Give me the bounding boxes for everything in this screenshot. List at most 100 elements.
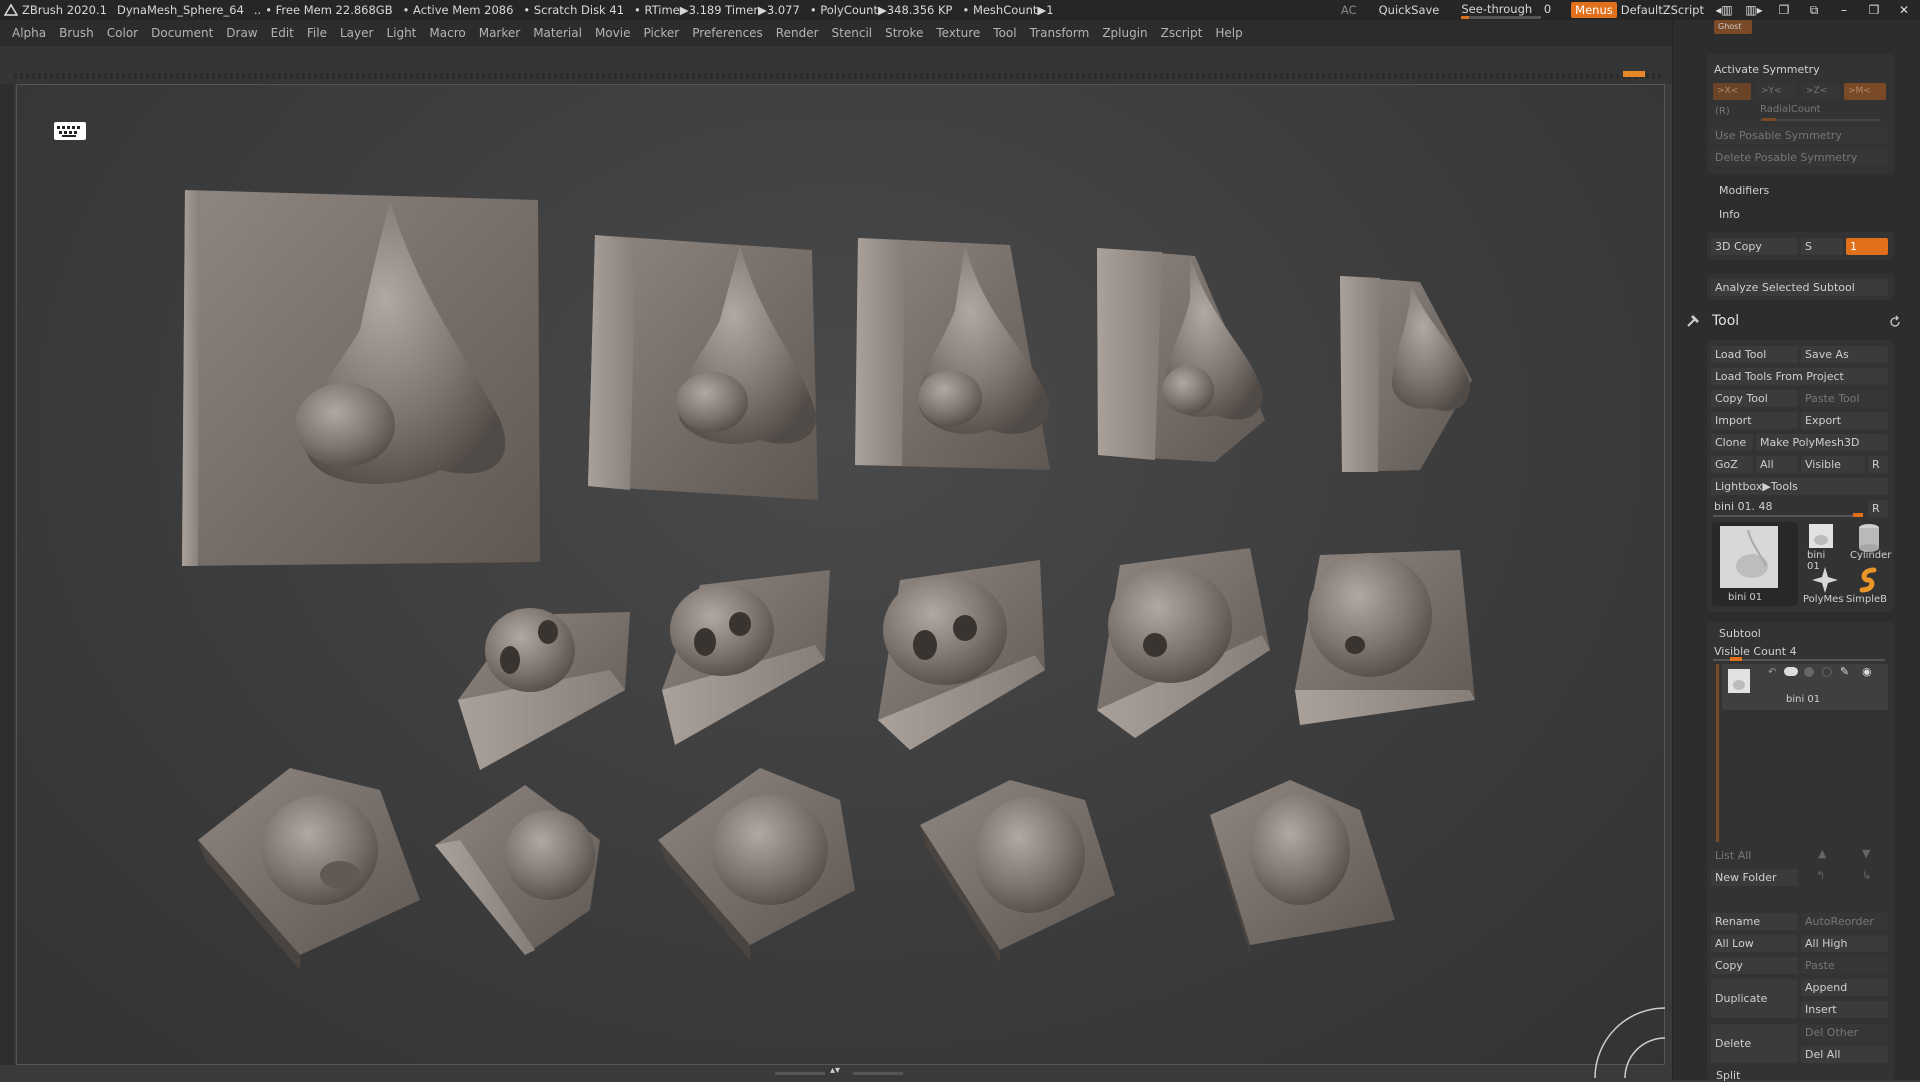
subtool-item-label: bini 01 <box>1786 694 1821 705</box>
make-polymesh3d-button[interactable]: Make PolyMesh3D <box>1756 434 1888 451</box>
bini-thumb-icon <box>1809 524 1833 548</box>
subtool-blend-icon[interactable] <box>1822 667 1832 677</box>
tool-palette-title[interactable]: Tool <box>1712 313 1739 329</box>
3d-copy-value[interactable]: 1 <box>1846 238 1888 255</box>
nose-block-5 <box>1340 276 1472 472</box>
window-copy2-icon[interactable]: ⧉ <box>1804 3 1824 18</box>
tool-thumb-cylinder[interactable]: Cylinder <box>1846 522 1891 564</box>
list-all-button[interactable]: List All <box>1711 847 1798 864</box>
layout-right-icon[interactable]: ▥▸ <box>1744 3 1764 17</box>
load-tool-button[interactable]: Load Tool <box>1711 346 1798 363</box>
copy-subtool-button[interactable]: Copy <box>1711 957 1798 974</box>
nose-block-6 <box>458 608 630 770</box>
radial-r-label: (R) <box>1715 106 1730 117</box>
subtool-material-icon[interactable] <box>1804 667 1814 677</box>
tool-thumb-main[interactable]: bini 01 <box>1712 522 1798 606</box>
delete-posable-symmetry-button[interactable]: Delete Posable Symmetry <box>1711 149 1888 166</box>
3d-copy-button[interactable]: 3D Copy <box>1711 238 1798 255</box>
current-tool-r-button[interactable]: R <box>1868 500 1888 517</box>
tool-thumb-main-label: bini 01 <box>1728 592 1763 603</box>
tool-thumb-polymesh-label: PolyMes <box>1803 594 1844 605</box>
visible-count-slider[interactable]: Visible Count 4 <box>1714 645 1797 658</box>
rename-button[interactable]: Rename <box>1711 913 1798 930</box>
symmetry-x-button[interactable]: >X< <box>1713 83 1751 100</box>
subtool-eye-icon[interactable]: ◉ <box>1862 665 1872 678</box>
restore-icon[interactable]: ❐ <box>1864 3 1884 17</box>
move-up-icon[interactable]: ▲ <box>1818 847 1826 860</box>
radial-fill <box>1762 118 1776 121</box>
layout-left-icon[interactable]: ◂▥ <box>1714 3 1734 17</box>
delete-button[interactable]: Delete <box>1711 1024 1798 1063</box>
tool-hammer-icon <box>1687 315 1699 327</box>
minimize-icon[interactable]: – <box>1834 3 1854 17</box>
autoreorder-button[interactable]: AutoReorder <box>1801 913 1888 930</box>
lightbox-tools-button[interactable]: Lightbox▶Tools <box>1711 478 1888 495</box>
subtool-title[interactable]: Subtool <box>1719 627 1761 640</box>
current-tool-slider[interactable]: bini 01. 48 <box>1714 500 1773 513</box>
current-tool-fill <box>1853 513 1863 517</box>
symmetry-m-button[interactable]: >M< <box>1844 83 1886 100</box>
del-all-button[interactable]: Del All <box>1801 1046 1888 1063</box>
current-tool-track <box>1713 515 1863 517</box>
duplicate-button[interactable]: Duplicate <box>1711 979 1798 1018</box>
load-tools-from-project-button[interactable]: Load Tools From Project <box>1711 368 1888 385</box>
tray-arrows-icon[interactable]: ▴▾ <box>830 1065 840 1076</box>
bottom-tray-handle[interactable]: ▴▾ <box>775 1065 905 1078</box>
modifiers-header[interactable]: Modifiers <box>1719 184 1769 197</box>
del-other-button[interactable]: Del Other <box>1801 1024 1888 1041</box>
rotate-gizmo-icon[interactable] <box>1590 1000 1670 1080</box>
visible-count-fill <box>1730 657 1742 661</box>
tool-thumb-simplebrush-label: SimpleB <box>1846 594 1888 605</box>
all-high-button[interactable]: All High <box>1801 935 1888 952</box>
subtool-scrollbar[interactable] <box>1716 664 1719 842</box>
nose-block-11 <box>198 768 420 970</box>
subtool-brush-icon[interactable]: ✎ <box>1840 665 1849 678</box>
window-copy-icon[interactable]: ❐ <box>1774 3 1794 17</box>
goz-r-button[interactable]: R <box>1868 456 1888 473</box>
nose-block-8 <box>878 560 1045 750</box>
symmetry-z-button[interactable]: >Z< <box>1802 83 1840 100</box>
subtool-polypaint-icon[interactable] <box>1784 667 1798 676</box>
nose-thumb-icon <box>1720 526 1778 588</box>
clone-button[interactable]: Clone <box>1711 434 1753 451</box>
analyze-selected-subtool-button[interactable]: Analyze Selected Subtool <box>1711 279 1888 296</box>
new-folder-button[interactable]: New Folder <box>1711 869 1798 886</box>
goz-button[interactable]: GoZ <box>1711 456 1753 473</box>
nose-block-10 <box>1295 550 1475 725</box>
paste-subtool-button[interactable]: Paste <box>1801 957 1888 974</box>
export-button[interactable]: Export <box>1801 412 1888 429</box>
info-header[interactable]: Info <box>1719 208 1740 221</box>
nose-block-15 <box>1210 780 1395 955</box>
tool-thumb-polymesh[interactable]: PolyMes <box>1803 566 1845 608</box>
subtool-item[interactable]: ↶ ✎ ◉ bini 01 <box>1722 664 1888 710</box>
tool-thumb-bini[interactable]: bini 01 <box>1803 522 1841 572</box>
nose-block-9 <box>1097 548 1270 738</box>
symmetry-y-button[interactable]: >Y< <box>1757 83 1795 100</box>
use-posable-symmetry-button[interactable]: Use Posable Symmetry <box>1711 127 1888 144</box>
paste-tool-button[interactable]: Paste Tool <box>1801 390 1888 407</box>
close-icon[interactable]: ✕ <box>1894 3 1914 17</box>
goz-visible-button[interactable]: Visible <box>1801 456 1865 473</box>
cylinder-icon <box>1859 524 1879 552</box>
polymesh-star-icon <box>1812 567 1838 593</box>
save-as-button[interactable]: Save As <box>1801 346 1888 363</box>
insert-button[interactable]: Insert <box>1801 1001 1888 1018</box>
subtool-arrow-icon[interactable]: ↶ <box>1768 667 1776 678</box>
split-header[interactable]: Split <box>1716 1069 1740 1082</box>
move-down-icon[interactable]: ▼ <box>1862 847 1870 860</box>
refresh-icon[interactable] <box>1888 315 1902 329</box>
append-button[interactable]: Append <box>1801 979 1888 996</box>
all-low-button[interactable]: All Low <box>1711 935 1798 952</box>
goz-all-button[interactable]: All <box>1756 456 1798 473</box>
3d-copy-s-slider[interactable]: S <box>1801 238 1843 255</box>
nose-block-1 <box>182 190 540 566</box>
folder-down-icon[interactable]: ↳ <box>1862 869 1871 882</box>
radial-count-slider[interactable]: RadialCount <box>1760 104 1821 115</box>
copy-tool-button[interactable]: Copy Tool <box>1711 390 1798 407</box>
simplebrush-icon <box>1859 567 1877 593</box>
folder-up-icon[interactable]: ↰ <box>1816 869 1825 882</box>
ghost-button[interactable]: Ghost <box>1714 20 1752 34</box>
radial-track <box>1760 119 1880 121</box>
tool-thumb-simplebrush[interactable]: SimpleB <box>1846 566 1890 608</box>
import-button[interactable]: Import <box>1711 412 1798 429</box>
